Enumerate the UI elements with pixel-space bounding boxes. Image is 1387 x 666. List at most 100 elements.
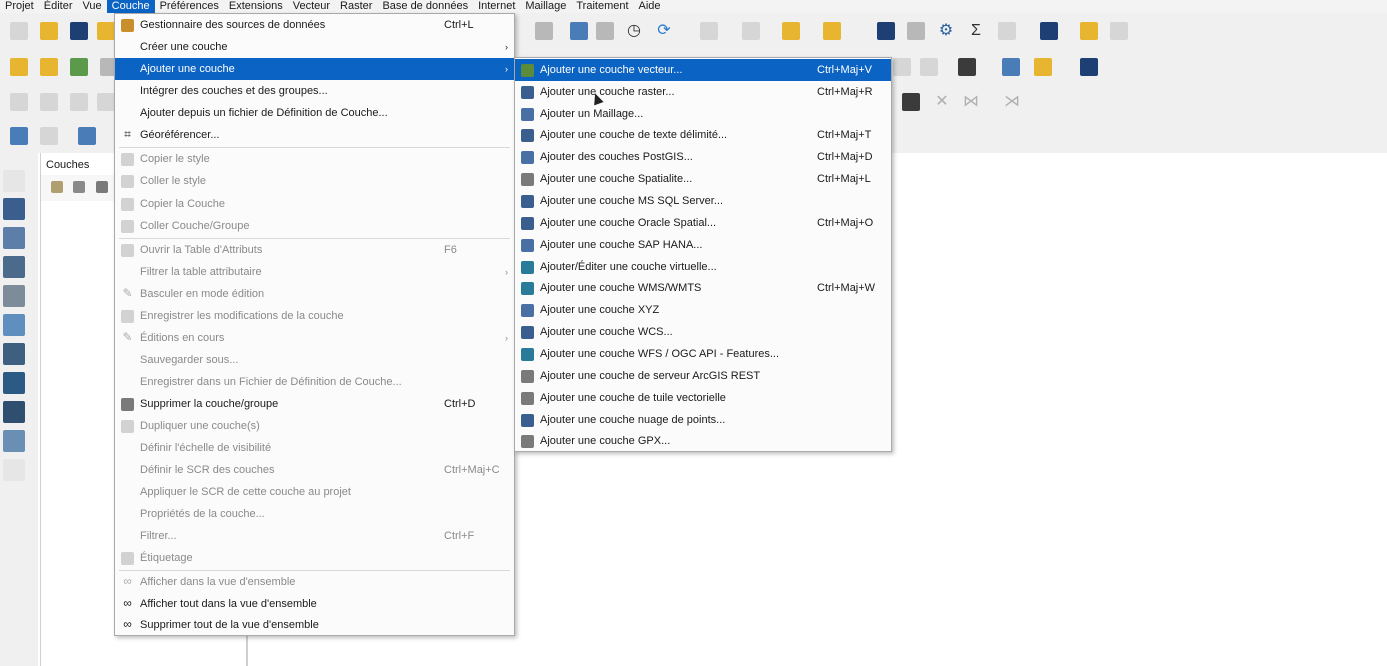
- select-location-icon[interactable]: [823, 22, 841, 40]
- menu-item-add-from-definition[interactable]: Ajouter depuis un fichier de Définition …: [115, 102, 514, 124]
- map-tips-icon[interactable]: [1040, 22, 1058, 40]
- menu-item-remove-layer[interactable]: Supprimer la couche/groupe Ctrl+D: [115, 393, 514, 415]
- split-icon[interactable]: ⋈: [962, 93, 980, 111]
- menu-aide[interactable]: Aide: [634, 0, 666, 13]
- menu-maillage[interactable]: Maillage: [520, 0, 571, 13]
- submenu-item-vector-tile[interactable]: Ajouter une couche de tuile vectorielle: [515, 387, 891, 409]
- menu-raster[interactable]: Raster: [335, 0, 377, 13]
- new-shapefile-icon[interactable]: [535, 22, 553, 40]
- menu-item-paste-layer[interactable]: Coller Couche/Groupe: [115, 215, 514, 237]
- submenu-item-postgis[interactable]: Ajouter des couches PostGIS... Ctrl+Maj+…: [515, 146, 891, 168]
- visibility-eye-icon[interactable]: [96, 181, 108, 193]
- submenu-item-wms[interactable]: Ajouter une couche WMS/WMTS Ctrl+Maj+W: [515, 277, 891, 299]
- add-postgis-left-icon[interactable]: [3, 343, 25, 365]
- submenu-item-delimited-text[interactable]: Ajouter une couche de texte délimité... …: [515, 124, 891, 146]
- menu-traitement[interactable]: Traitement: [571, 0, 633, 13]
- help-icon[interactable]: [1080, 58, 1098, 76]
- menu-item-scale-visibility[interactable]: Définir l'échelle de visibilité: [115, 437, 514, 459]
- menu-item-set-crs[interactable]: Définir le SCR des couches Ctrl+Maj+C: [115, 459, 514, 481]
- digitize-line-icon[interactable]: [10, 93, 28, 111]
- menu-vue[interactable]: Vue: [78, 0, 107, 13]
- zoom-in-icon[interactable]: [78, 127, 96, 145]
- measure-icon[interactable]: [998, 22, 1016, 40]
- menu-item-toggle-editing[interactable]: ✎ Basculer en mode édition: [115, 283, 514, 305]
- add-group-icon[interactable]: [73, 181, 85, 193]
- submenu-item-point-cloud[interactable]: Ajouter une couche nuage de points...: [515, 409, 891, 431]
- menu-item-duplicate-layer[interactable]: Dupliquer une couche(s): [115, 415, 514, 437]
- new-project-icon[interactable]: [10, 22, 28, 40]
- pan-map-icon[interactable]: [10, 127, 28, 145]
- submenu-item-oracle[interactable]: Ajouter une couche Oracle Spatial... Ctr…: [515, 212, 891, 234]
- add-raster-left-icon[interactable]: [3, 198, 25, 220]
- submenu-item-wcs[interactable]: Ajouter une couche WCS...: [515, 321, 891, 343]
- submenu-item-mssql[interactable]: Ajouter une couche MS SQL Server...: [515, 190, 891, 212]
- menu-extensions[interactable]: Extensions: [224, 0, 288, 13]
- postgis-toolbar-icon[interactable]: [570, 22, 588, 40]
- menu-editer[interactable]: Éditer: [39, 0, 78, 13]
- shape-tool-icon[interactable]: [902, 93, 920, 111]
- clock-icon[interactable]: ◷: [625, 22, 643, 40]
- menu-couche[interactable]: Couche: [106, 0, 155, 13]
- submenu-item-raster[interactable]: Ajouter une couche raster... Ctrl+Maj+R: [515, 81, 891, 103]
- menu-projet[interactable]: Projet: [0, 0, 39, 13]
- identify-icon[interactable]: [877, 22, 895, 40]
- select-features-icon[interactable]: [700, 22, 718, 40]
- menu-item-add-layer[interactable]: Ajouter une couche ›: [115, 58, 514, 80]
- new-layer-left-icon[interactable]: [3, 459, 25, 481]
- submenu-item-spatialite[interactable]: Ajouter une couche Spatialite... Ctrl+Ma…: [515, 168, 891, 190]
- submenu-item-vector[interactable]: Ajouter une couche vecteur... Ctrl+Maj+V: [515, 59, 891, 81]
- menu-item-labeling[interactable]: Étiquetage: [115, 547, 514, 569]
- style-layer-icon[interactable]: [51, 181, 63, 193]
- add-wms-left-icon[interactable]: [3, 372, 25, 394]
- menu-item-create-layer[interactable]: Créer une couche ›: [115, 36, 514, 58]
- menu-item-layer-properties[interactable]: Propriétés de la couche...: [115, 503, 514, 525]
- python-console-icon[interactable]: [1002, 58, 1020, 76]
- pan-to-selection-icon[interactable]: [40, 127, 58, 145]
- menu-item-filter-attribute-table[interactable]: Filtrer la table attributaire ›: [115, 261, 514, 283]
- submenu-item-sap-hana[interactable]: Ajouter une couche SAP HANA...: [515, 234, 891, 256]
- plugin-stack-icon[interactable]: [1034, 58, 1052, 76]
- digitize-node-icon[interactable]: [97, 93, 115, 111]
- print-layout-icon[interactable]: [97, 22, 115, 40]
- add-delimited-left-icon[interactable]: [3, 256, 25, 278]
- deselect-icon[interactable]: [742, 22, 760, 40]
- add-virtual-left-icon[interactable]: [3, 314, 25, 336]
- submenu-item-mesh[interactable]: Ajouter un Maillage...: [515, 103, 891, 125]
- menu-item-copy-style[interactable]: Copier le style: [115, 148, 514, 170]
- menu-item-show-all-overview[interactable]: ∞ Afficher tout dans la vue d'ensemble: [115, 593, 514, 615]
- statistics-sigma-icon[interactable]: Σ: [967, 22, 985, 40]
- menu-item-georeferencer[interactable]: ⌗ Géoréférencer...: [115, 124, 514, 146]
- add-vector-toolbar-icon[interactable]: [40, 58, 58, 76]
- menu-item-datasource-manager[interactable]: Gestionnaire des sources de données Ctrl…: [115, 14, 514, 36]
- submenu-item-virtual[interactable]: Ajouter/Éditer une couche virtuelle...: [515, 256, 891, 278]
- menu-base-de-donnees[interactable]: Base de données: [377, 0, 473, 13]
- menu-item-apply-crs-project[interactable]: Appliquer le SCR de cette couche au proj…: [115, 481, 514, 503]
- refresh-icon[interactable]: ⟳: [655, 22, 673, 40]
- add-spatialite-left-icon[interactable]: [3, 285, 25, 307]
- digitize-vertex-icon[interactable]: [70, 93, 88, 111]
- menu-item-current-edits[interactable]: ✎ Éditions en cours ›: [115, 327, 514, 349]
- settings-gear-icon[interactable]: ⚙: [937, 22, 955, 40]
- table-toolbar-icon[interactable]: [596, 22, 614, 40]
- menu-item-attribute-table[interactable]: Ouvrir la Table d'Attributs F6: [115, 239, 514, 261]
- submenu-item-xyz[interactable]: Ajouter une couche XYZ: [515, 299, 891, 321]
- submenu-item-gpx[interactable]: Ajouter une couche GPX...: [515, 430, 891, 452]
- search-zoom-icon[interactable]: [1110, 22, 1128, 40]
- datasource-toolbar-icon[interactable]: [10, 58, 28, 76]
- menu-item-show-in-overview[interactable]: ∞ Afficher dans la vue d'ensemble: [115, 571, 514, 593]
- menu-item-filter[interactable]: Filtrer... Ctrl+F: [115, 525, 514, 547]
- merge-icon[interactable]: ⋊: [1003, 93, 1021, 111]
- annotation-icon[interactable]: [1080, 22, 1098, 40]
- menu-internet[interactable]: Internet: [473, 0, 520, 13]
- menu-item-save-as[interactable]: Sauvegarder sous...: [115, 349, 514, 371]
- menu-item-save-definition[interactable]: Enregistrer dans un Fichier de Définitio…: [115, 371, 514, 393]
- menu-item-paste-style[interactable]: Coller le style: [115, 170, 514, 192]
- add-mesh-left-icon[interactable]: [3, 227, 25, 249]
- menu-item-copy-layer[interactable]: Copier la Couche: [115, 193, 514, 215]
- field-calculator-icon[interactable]: [907, 22, 925, 40]
- submenu-item-arcgis-rest[interactable]: Ajouter une couche de serveur ArcGIS RES…: [515, 365, 891, 387]
- add-layer-v-icon[interactable]: [70, 58, 88, 76]
- add-wcs-left-icon[interactable]: [3, 401, 25, 423]
- select-by-expression-icon[interactable]: [782, 22, 800, 40]
- grid-toolbar-icon[interactable]: [893, 58, 911, 76]
